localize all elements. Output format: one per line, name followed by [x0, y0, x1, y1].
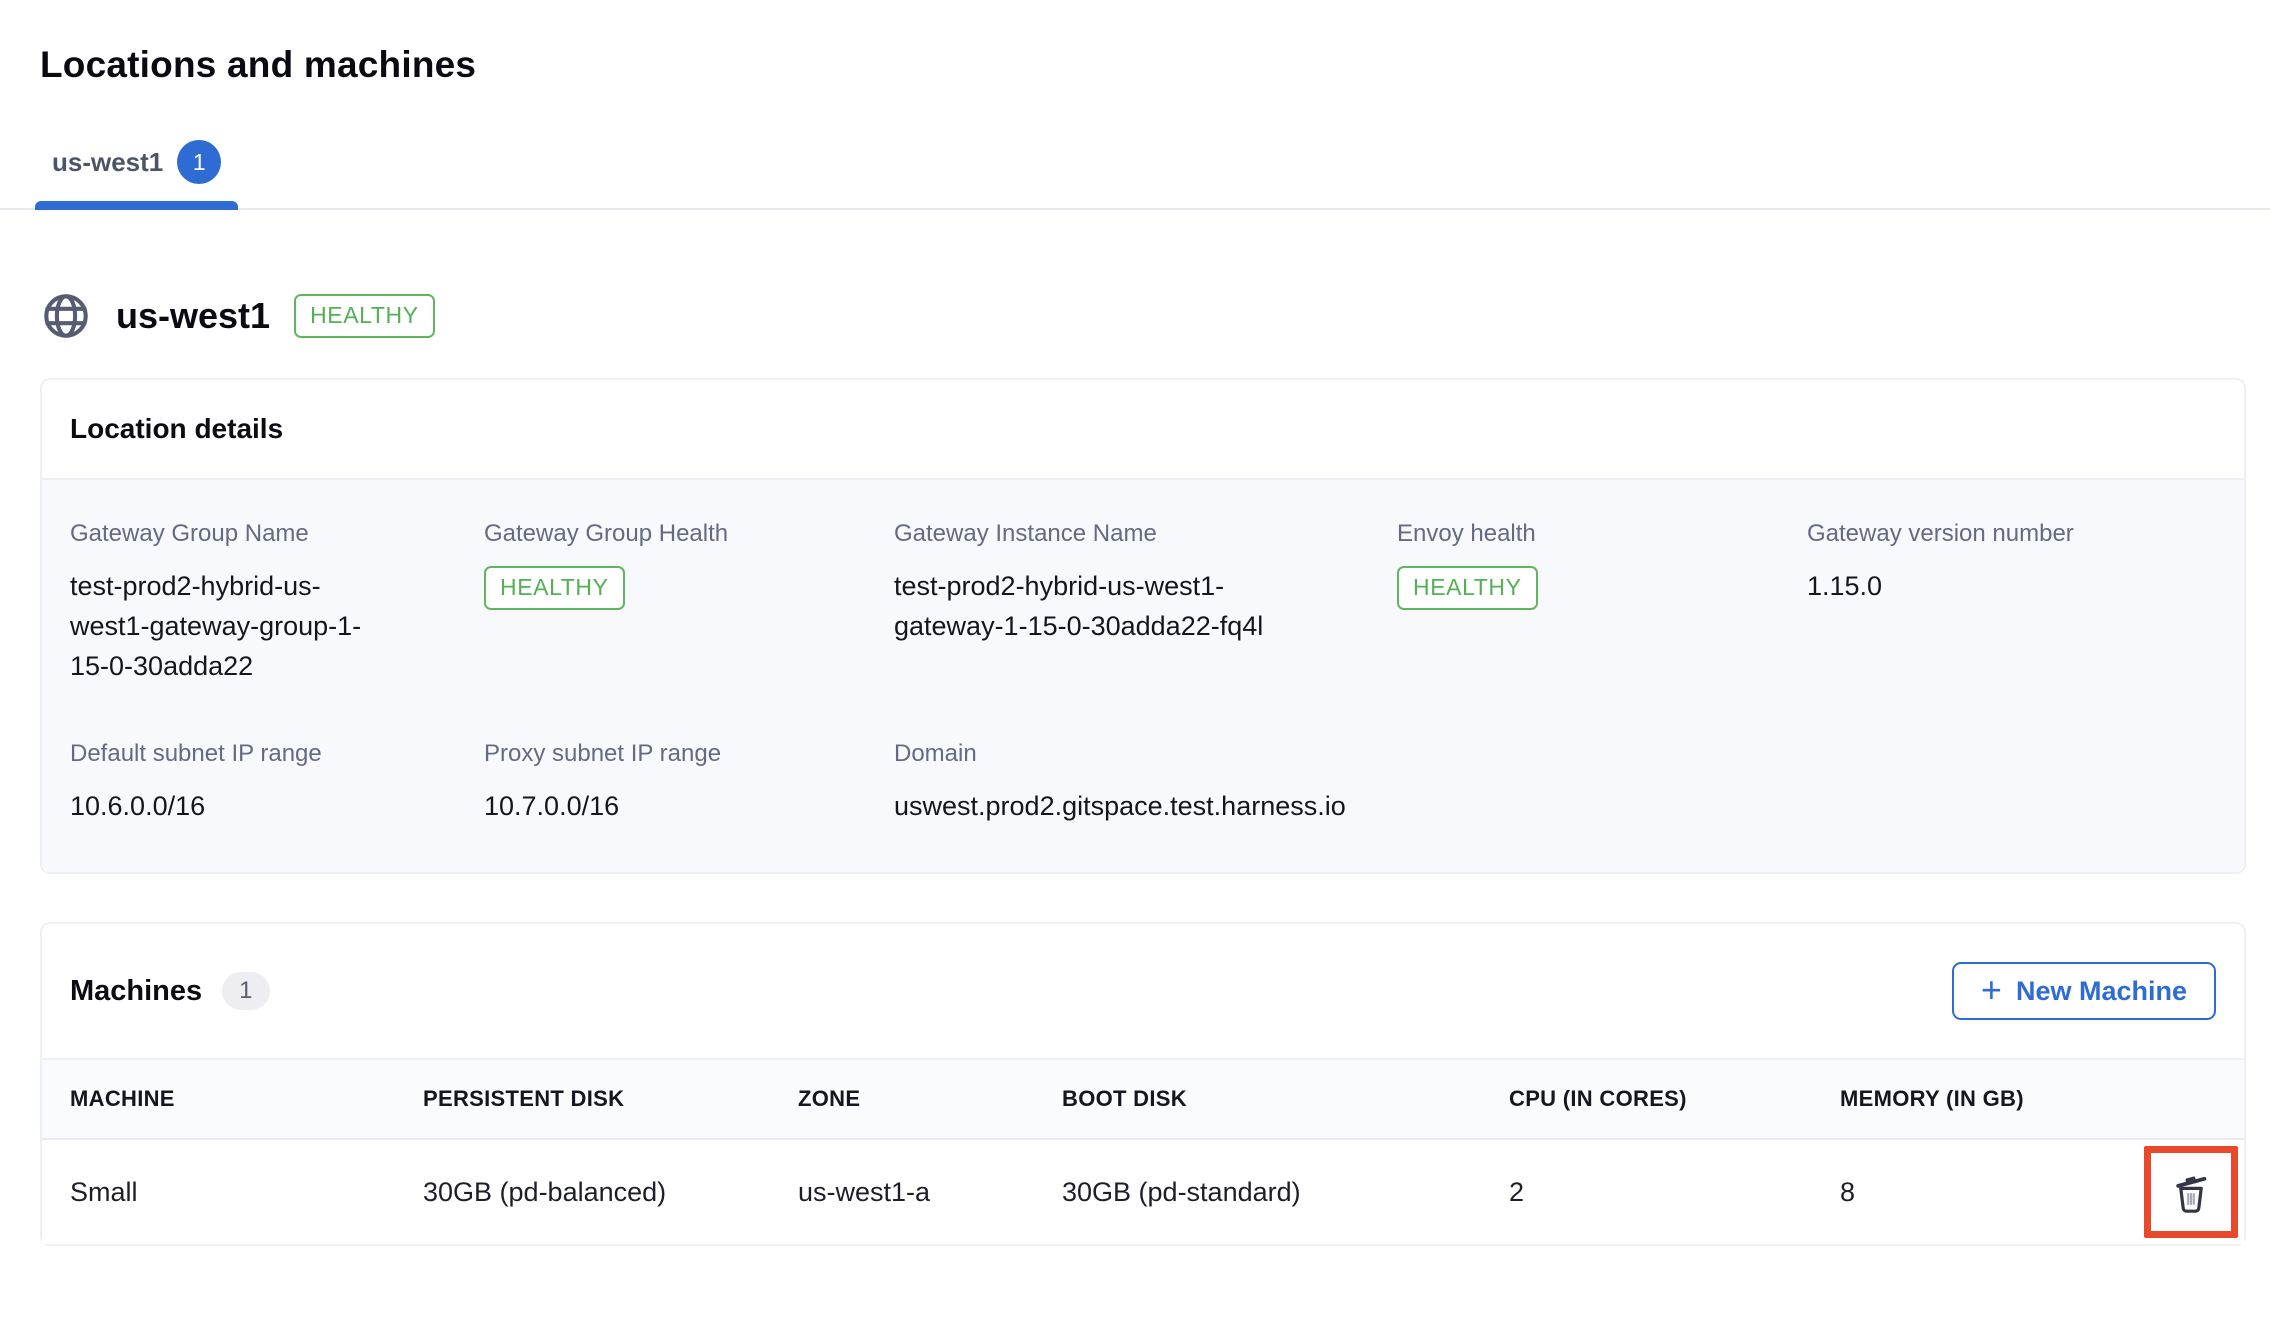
field-value: 1.15.0 — [1807, 566, 2216, 606]
field-domain: Domain uswest.prod2.gitspace.test.harnes… — [894, 740, 1397, 826]
field-gateway-group-health: Gateway Group Health HEALTHY — [484, 520, 894, 686]
envoy-health-badge: HEALTHY — [1397, 566, 1538, 610]
field-label: Default subnet IP range — [70, 740, 484, 768]
cell-memory: 8 — [1840, 1139, 2102, 1244]
cell-boot-disk: 30GB (pd-standard) — [1062, 1139, 1509, 1244]
machines-card: Machines 1 + New Machine MACHINE PERSIST… — [40, 922, 2246, 1246]
field-label: Gateway Group Health — [484, 520, 894, 548]
column-header-persistent-disk: PERSISTENT DISK — [423, 1059, 798, 1139]
field-gateway-group-name: Gateway Group Name test-prod2-hybrid-us-… — [70, 520, 484, 686]
machines-table-header-row: MACHINE PERSISTENT DISK ZONE BOOT DISK C… — [42, 1059, 2244, 1139]
column-header-boot-disk: BOOT DISK — [1062, 1059, 1509, 1139]
machine-table-row: Small 30GB (pd-balanced) us-west1-a 30GB… — [42, 1139, 2244, 1244]
column-header-memory: MEMORY (IN GB) — [1840, 1059, 2102, 1139]
location-tabbar: us-west1 1 — [0, 114, 2270, 210]
column-header-zone: ZONE — [798, 1059, 1062, 1139]
new-machine-label: New Machine — [2016, 976, 2187, 1007]
field-label: Domain — [894, 740, 1397, 768]
tab-label: us-west1 — [52, 147, 163, 178]
gateway-group-health-badge: HEALTHY — [484, 566, 625, 610]
cell-actions — [2102, 1139, 2244, 1244]
tab-us-west1[interactable]: us-west1 1 — [35, 114, 238, 208]
location-status-badge: HEALTHY — [294, 294, 435, 338]
cell-persistent-disk: 30GB (pd-balanced) — [423, 1139, 798, 1244]
machines-title: Machines — [70, 975, 202, 1008]
field-envoy-health: Envoy health HEALTHY — [1397, 520, 1807, 686]
machines-count-badge: 1 — [222, 972, 269, 1010]
column-header-cpu: CPU (IN CORES) — [1509, 1059, 1840, 1139]
field-label: Gateway Instance Name — [894, 520, 1397, 548]
new-machine-button[interactable]: + New Machine — [1952, 962, 2216, 1020]
column-header-machine: MACHINE — [42, 1059, 423, 1139]
cell-machine: Small — [42, 1139, 423, 1244]
field-label: Envoy health — [1397, 520, 1807, 548]
machines-table: MACHINE PERSISTENT DISK ZONE BOOT DISK C… — [42, 1058, 2244, 1244]
field-value: uswest.prod2.gitspace.test.harness.io — [894, 786, 1397, 826]
field-gateway-version: Gateway version number 1.15.0 — [1807, 520, 2216, 686]
field-value: test-prod2-hybrid-us-west1-gateway-group… — [70, 566, 380, 686]
globe-icon — [40, 290, 92, 342]
field-label: Gateway Group Name — [70, 520, 484, 548]
field-value: 10.7.0.0/16 — [484, 786, 894, 826]
tab-count-badge: 1 — [177, 140, 221, 184]
field-label: Proxy subnet IP range — [484, 740, 894, 768]
location-section-header: us-west1 HEALTHY — [40, 290, 2270, 342]
field-label: Gateway version number — [1807, 520, 2216, 548]
plus-icon: + — [1981, 972, 2002, 1008]
cell-cpu: 2 — [1509, 1139, 1840, 1244]
trash-icon — [2167, 1168, 2215, 1216]
field-default-subnet: Default subnet IP range 10.6.0.0/16 — [70, 740, 484, 826]
field-proxy-subnet: Proxy subnet IP range 10.7.0.0/16 — [484, 740, 894, 826]
column-header-actions — [2102, 1059, 2244, 1139]
field-value: 10.6.0.0/16 — [70, 786, 484, 826]
location-details-body: Gateway Group Name test-prod2-hybrid-us-… — [42, 478, 2244, 872]
cell-zone: us-west1-a — [798, 1139, 1062, 1244]
location-name: us-west1 — [116, 295, 270, 337]
location-details-title: Location details — [42, 380, 2244, 478]
annotation-highlight-box — [2144, 1146, 2238, 1238]
page-title: Locations and machines — [40, 44, 2270, 86]
delete-machine-button[interactable] — [2165, 1166, 2217, 1218]
machines-header: Machines 1 + New Machine — [42, 924, 2244, 1058]
field-value: test-prod2-hybrid-us-west1-gateway-1-15-… — [894, 566, 1319, 646]
location-details-card: Location details Gateway Group Name test… — [40, 378, 2246, 874]
field-gateway-instance-name: Gateway Instance Name test-prod2-hybrid-… — [894, 520, 1397, 686]
